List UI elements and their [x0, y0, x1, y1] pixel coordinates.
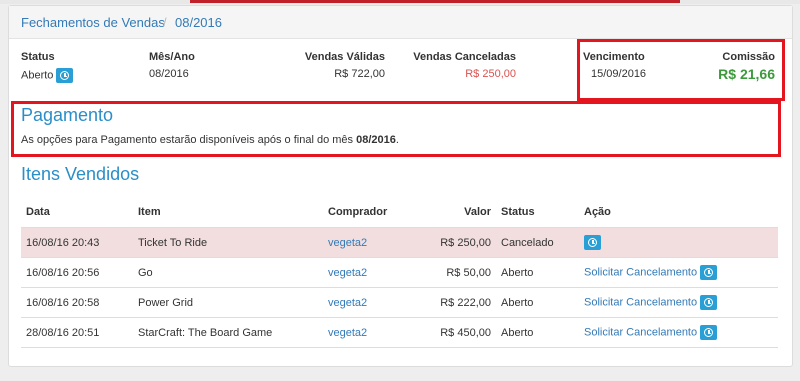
cell-valor: R$ 450,00	[423, 317, 496, 348]
clock-icon	[60, 71, 70, 80]
table-row: 16/08/16 20:43 Ticket To Ride vegeta2 R$…	[21, 227, 778, 258]
clock-icon	[704, 268, 714, 277]
highlight-pagamento	[11, 101, 781, 157]
closing-panel: Fechamentos de Vendas / 08/2016 Status A…	[8, 5, 793, 367]
breadcrumb-separator: /	[163, 15, 167, 30]
itens-vendidos-title: Itens Vendidos	[21, 164, 140, 184]
cell-item: Ticket To Ride	[133, 227, 323, 258]
clock-icon	[704, 328, 714, 337]
status-header: Status	[21, 51, 55, 63]
cell-item: Power Grid	[133, 287, 323, 318]
cell-comprador-link[interactable]: vegeta2	[323, 317, 423, 348]
status-history-button[interactable]	[56, 68, 74, 83]
col-acao: Ação	[579, 197, 778, 228]
table-row: 16/08/16 20:56 Go vegeta2 R$ 50,00 Abert…	[21, 257, 778, 288]
cell-acao: Solicitar Cancelamento	[579, 257, 778, 288]
banner-strip	[190, 0, 680, 3]
table-row: 16/08/16 20:58 Power Grid vegeta2 R$ 222…	[21, 287, 778, 318]
clock-icon	[588, 238, 597, 247]
row-history-button[interactable]	[700, 265, 718, 280]
status-value-wrap: Aberto	[21, 68, 121, 83]
col-item: Item	[133, 197, 323, 228]
summary-vendas-validas: Vendas Válidas R$ 722,00	[269, 51, 385, 80]
itens-table: Data Item Comprador Valor Status Ação 16…	[21, 197, 778, 348]
cell-status: Aberto	[496, 287, 579, 318]
pagamento-text-after: .	[395, 134, 399, 146]
status-value: Aberto	[21, 69, 54, 82]
table-header-row: Data Item Comprador Valor Status Ação	[21, 197, 778, 228]
cell-status: Aberto	[496, 317, 579, 348]
solicitar-cancelamento-link[interactable]: Solicitar Cancelamento	[584, 296, 697, 308]
cell-data: 28/08/16 20:51	[21, 317, 133, 348]
col-comprador: Comprador	[323, 197, 423, 228]
pagamento-month: 08/2016	[356, 134, 396, 146]
mes-ano-header: Mês/Ano	[149, 51, 195, 63]
row-history-button[interactable]	[584, 235, 601, 250]
cell-acao: Solicitar Cancelamento	[579, 317, 778, 348]
vendas-validas-header: Vendas Válidas	[304, 51, 385, 63]
highlight-vencimento-comissao	[577, 39, 785, 101]
vendas-validas-value: R$ 722,00	[334, 68, 385, 80]
cell-acao	[579, 227, 778, 258]
mes-ano-value: 08/2016	[149, 68, 189, 80]
pagamento-text: As opções para Pagamento estarão disponí…	[21, 134, 399, 146]
row-history-button[interactable]	[700, 325, 718, 340]
cell-item: StarCraft: The Board Game	[133, 317, 323, 348]
cell-comprador-link[interactable]: vegeta2	[323, 257, 423, 288]
cell-valor: R$ 222,00	[423, 287, 496, 318]
cell-valor: R$ 50,00	[423, 257, 496, 288]
cell-acao: Solicitar Cancelamento	[579, 287, 778, 318]
pagamento-text-before: As opções para Pagamento estarão disponí…	[21, 134, 357, 146]
vendas-canceladas-header: Vendas Canceladas	[413, 51, 516, 63]
cell-status: Aberto	[496, 257, 579, 288]
breadcrumb: Fechamentos de Vendas / 08/2016	[9, 6, 792, 39]
col-valor: Valor	[423, 197, 496, 228]
breadcrumb-current: 08/2016	[175, 15, 222, 30]
pagamento-title: Pagamento	[21, 105, 114, 125]
cell-data: 16/08/16 20:56	[21, 257, 133, 288]
summary-mes-ano: Mês/Ano 08/2016	[149, 51, 249, 80]
cell-item: Go	[133, 257, 323, 288]
clock-icon	[704, 298, 714, 307]
summary-status: Status Aberto	[21, 51, 121, 83]
summary-vendas-canceladas: Vendas Canceladas R$ 250,00	[399, 51, 516, 80]
cell-comprador-link[interactable]: vegeta2	[323, 287, 423, 318]
breadcrumb-link-fechamentos[interactable]: Fechamentos de Vendas	[21, 15, 165, 30]
cell-comprador-link[interactable]: vegeta2	[323, 227, 423, 258]
cell-valor: R$ 250,00	[423, 227, 496, 258]
top-banner	[0, 0, 800, 4]
cell-data: 16/08/16 20:43	[21, 227, 133, 258]
col-data: Data	[21, 197, 133, 228]
vendas-canceladas-value: R$ 250,00	[465, 68, 516, 80]
solicitar-cancelamento-link[interactable]: Solicitar Cancelamento	[584, 266, 697, 278]
solicitar-cancelamento-link[interactable]: Solicitar Cancelamento	[584, 326, 697, 338]
cell-data: 16/08/16 20:58	[21, 287, 133, 318]
cell-status: Cancelado	[496, 227, 579, 258]
row-history-button[interactable]	[700, 295, 718, 310]
col-status: Status	[496, 197, 579, 228]
table-row: 28/08/16 20:51 StarCraft: The Board Game…	[21, 317, 778, 348]
